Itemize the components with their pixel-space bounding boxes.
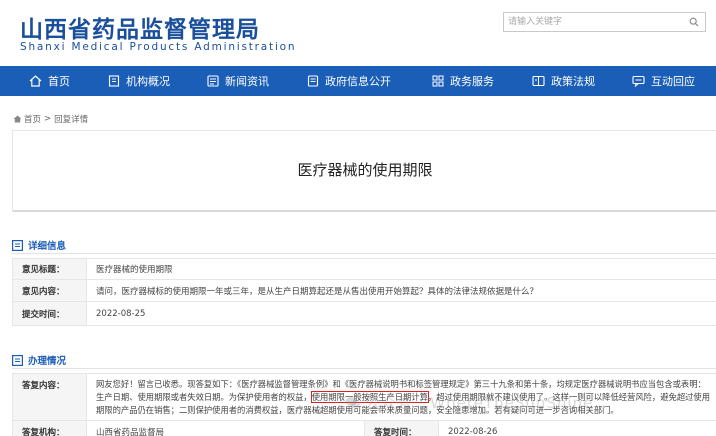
- main-nav: 首页 机构概况 新闻资讯 政府信息公开 政务服务 政策法规 互动回应: [0, 66, 716, 96]
- nav-item-label: 首页: [48, 75, 70, 88]
- clipboard-icon: [12, 354, 23, 366]
- reply-date-label: 答复时间：: [364, 421, 439, 436]
- nav-item-label: 机构概况: [126, 75, 170, 88]
- title-card: 医疗器械的使用期限: [12, 130, 716, 212]
- subject-label: 意见标题：: [12, 259, 87, 279]
- site-header: 山西省药品监督管理局 Shanxi Medical Products Admin…: [0, 0, 716, 66]
- details-row-subject: 意见标题： 医疗器械的使用期限: [12, 258, 716, 280]
- nav-item-label: 政策法规: [551, 75, 595, 88]
- handling-row-org: 答复机构： 山西省药品监督局 答复时间： 2022-08-26: [12, 421, 716, 436]
- building-icon: [108, 75, 120, 87]
- handling-heading-label: 办理情况: [28, 356, 67, 367]
- nav-item-policy[interactable]: 政策法规: [532, 66, 595, 96]
- date-value: 2022-08-25: [96, 308, 146, 319]
- nav-item-label: 政府信息公开: [325, 75, 391, 88]
- reply-label: 答复内容：: [12, 374, 87, 420]
- search-input[interactable]: [504, 13, 684, 31]
- grid-icon: [432, 75, 444, 87]
- reply-date-value: 2022-08-26: [448, 426, 498, 436]
- nav-item-institution[interactable]: 机构概况: [108, 66, 170, 96]
- nav-item-label: 互动回应: [651, 75, 695, 88]
- title-underline: [13, 210, 716, 212]
- reply-content: 网友您好！留言已收悉。现答复如下：《医疗器械监督管理条例》和《医疗器械说明书和标…: [96, 378, 714, 417]
- breadcrumb: 首页 > 回复详情: [13, 113, 91, 125]
- details-row-date: 提交时间： 2022-08-25: [12, 302, 716, 326]
- details-row-content: 意见内容： 请问，医疗器械标的使用期限一年或三年，是从生产日期算起还是从售出使用…: [12, 280, 716, 302]
- details-heading: 详细信息: [12, 238, 66, 252]
- details-heading-label: 详细信息: [28, 241, 67, 252]
- info-icon: [12, 239, 23, 251]
- content-label: 意见内容：: [12, 280, 87, 301]
- home-icon: [13, 115, 22, 123]
- section-divider: [12, 368, 716, 369]
- section-divider: [12, 253, 716, 254]
- chat-icon: [632, 75, 645, 87]
- breadcrumb-current: 回复详情: [54, 115, 89, 125]
- nav-item-services[interactable]: 政务服务: [432, 66, 494, 96]
- search-icon: [689, 17, 699, 27]
- subject-value: 医疗器械的使用期限: [96, 265, 173, 275]
- breadcrumb-home[interactable]: 首页: [24, 113, 41, 125]
- reply-highlight: 使用期限一般按照生产日期计算: [310, 391, 429, 403]
- document-icon: [307, 75, 319, 87]
- home-icon: [29, 75, 42, 87]
- search-button[interactable]: [683, 13, 705, 31]
- nav-item-label: 新闻资讯: [225, 75, 269, 88]
- page-title: 医疗器械的使用期限: [297, 161, 433, 179]
- search-box: [503, 12, 706, 32]
- nav-item-gov-info[interactable]: 政府信息公开: [307, 66, 391, 96]
- handling-heading: 办理情况: [12, 353, 66, 367]
- org-label: 答复机构：: [12, 421, 87, 436]
- date-label: 提交时间：: [12, 302, 87, 325]
- handling-row-reply: 答复内容： 网友您好！留言已收悉。现答复如下：《医疗器械监督管理条例》和《医疗器…: [12, 373, 716, 421]
- nav-item-interaction[interactable]: 互动回应: [632, 66, 695, 96]
- nav-item-home[interactable]: 首页: [29, 66, 70, 96]
- org-value: 山西省药品监督局: [96, 427, 165, 436]
- site-logo-title[interactable]: 山西省药品监督管理局: [20, 10, 260, 44]
- content-value: 请问，医疗器械标的使用期限一年或三年，是从生产日期算起还是从售出使用开始算起？具…: [96, 286, 539, 297]
- newspaper-icon: [207, 75, 219, 87]
- nav-item-news[interactable]: 新闻资讯: [207, 66, 269, 96]
- book-icon: [532, 75, 545, 87]
- nav-item-label: 政务服务: [450, 75, 494, 88]
- breadcrumb-separator: >: [44, 114, 52, 124]
- site-logo-subtitle: Shanxi Medical Products Administration: [20, 41, 297, 53]
